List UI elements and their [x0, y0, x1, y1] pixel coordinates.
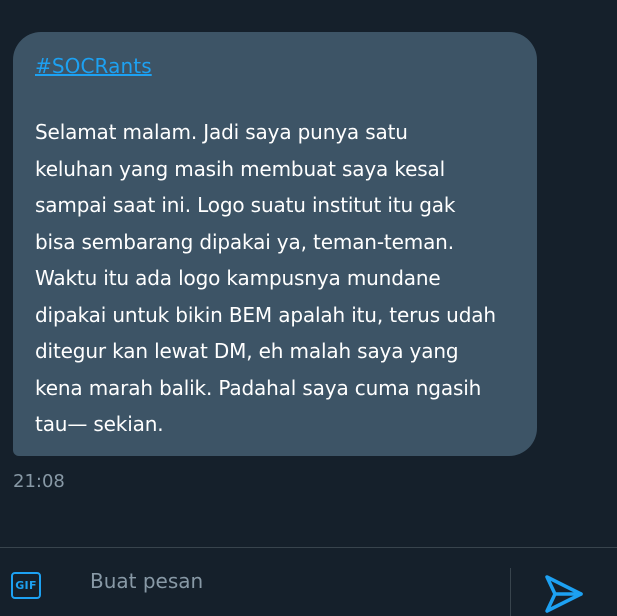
- dm-conversation: #SOCRants Selamat malam. Jadi saya punya…: [0, 0, 617, 616]
- message-input[interactable]: [90, 564, 490, 598]
- gif-icon: GIF: [15, 579, 37, 592]
- hashtag-link[interactable]: #SOCRants: [35, 54, 152, 78]
- message-bubble: #SOCRants Selamat malam. Jadi saya punya…: [13, 32, 537, 456]
- send-icon: [545, 575, 583, 613]
- message-composer: GIF: [0, 547, 617, 616]
- composer-divider: [510, 568, 511, 616]
- message-timestamp: 21:08: [13, 471, 65, 492]
- gif-button[interactable]: GIF: [11, 572, 41, 599]
- send-button[interactable]: [543, 574, 585, 614]
- message-text: Selamat malam. Jadi saya punya satu kelu…: [35, 120, 496, 436]
